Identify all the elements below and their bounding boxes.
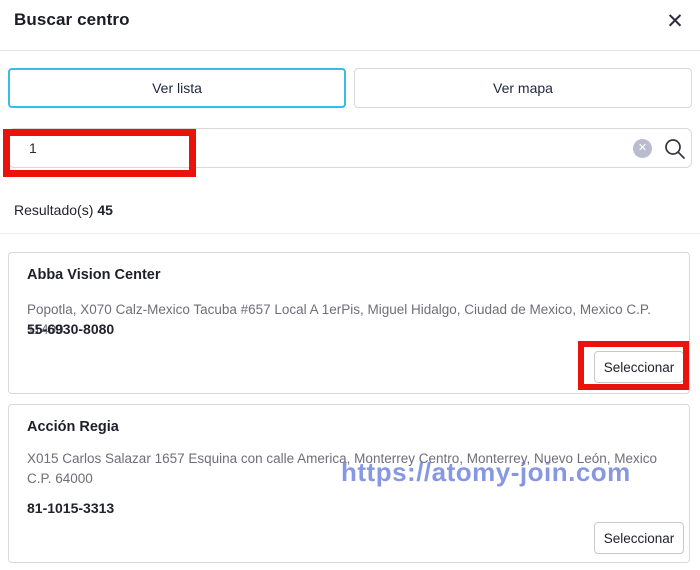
search-input[interactable] [21, 130, 581, 166]
close-button[interactable]: ✕ [660, 6, 690, 36]
center-name: Abba Vision Center [27, 267, 160, 283]
center-phone: 55-6930-8080 [27, 321, 114, 337]
tab-ver-lista-label: Ver lista [152, 80, 202, 96]
center-address: Popotla, X070 Calz-Mexico Tacuba #657 Lo… [27, 300, 675, 340]
seleccionar-button[interactable]: Seleccionar [594, 522, 684, 554]
results-count-line: Resultado(s)45 [14, 202, 113, 218]
center-card-accion-regia: Acción Regia X015 Carlos Salazar 1657 Es… [8, 404, 690, 563]
center-card-abba-vision: Abba Vision Center Popotla, X070 Calz-Me… [8, 252, 690, 394]
close-icon: ✕ [666, 9, 684, 34]
results-divider [0, 233, 700, 234]
tab-ver-mapa-label: Ver mapa [493, 80, 553, 96]
tab-ver-mapa[interactable]: Ver mapa [354, 68, 692, 108]
clear-glyph: ✕ [638, 143, 647, 154]
results-count: 45 [97, 202, 113, 218]
search-box: ✕ [8, 128, 692, 168]
center-name: Acción Regia [27, 419, 119, 435]
results-label: Resultado(s) [14, 202, 93, 218]
page-title: Buscar centro [14, 10, 130, 30]
buscar-centro-modal: Buscar centro ✕ Ver lista Ver mapa ✕ Res… [0, 0, 700, 570]
search-icon[interactable] [663, 137, 687, 161]
center-phone: 81-1015-3313 [27, 500, 114, 516]
seleccionar-button[interactable]: Seleccionar [594, 351, 684, 383]
center-address: X015 Carlos Salazar 1657 Esquina con cal… [27, 449, 663, 489]
header-divider [0, 50, 700, 51]
tab-ver-lista[interactable]: Ver lista [8, 68, 346, 108]
clear-search-icon[interactable]: ✕ [633, 139, 652, 158]
